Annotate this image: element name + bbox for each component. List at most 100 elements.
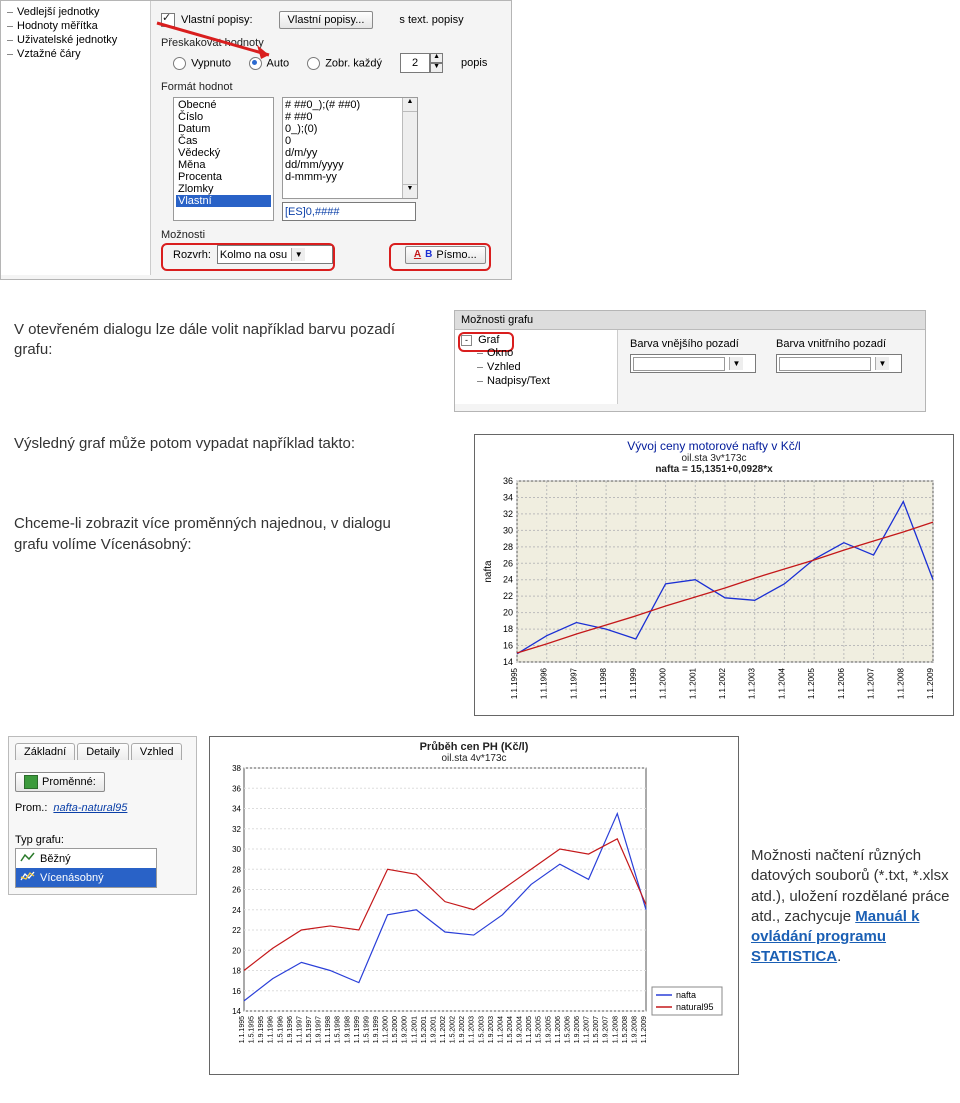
graph-type-list[interactable]: Běžný Vícenásobný (15, 848, 157, 888)
variables-button-label: Proměnné: (42, 776, 96, 788)
svg-text:30: 30 (503, 525, 513, 535)
font-icon: A (414, 249, 421, 260)
tree-item[interactable]: Uživatelské jednotky (7, 33, 144, 47)
list-item[interactable]: Číslo (176, 111, 271, 123)
list-item-selected[interactable]: Vlastní (176, 195, 271, 207)
moznosti-label: Možnosti (161, 229, 501, 241)
format-type-list[interactable]: Obecné Číslo Datum Čas Vědecký Měna Proc… (173, 97, 274, 221)
list-item[interactable]: Vědecký (176, 147, 271, 159)
svg-text:1.9.2003: 1.9.2003 (488, 1016, 495, 1043)
scroll-down-icon[interactable]: ▼ (403, 184, 417, 198)
svg-text:1.9.1998: 1.9.1998 (344, 1016, 351, 1043)
tree-collapse-icon[interactable]: - (461, 335, 472, 346)
svg-text:22: 22 (232, 926, 241, 935)
list-item-label: Běžný (40, 853, 71, 865)
tree-item[interactable]: Nadpisy/Text (477, 374, 611, 388)
vlastni-popisy-button[interactable]: Vlastní popisy... (279, 11, 374, 29)
vlastni-popisy-label: Vlastní popisy: (181, 14, 253, 26)
tree-item[interactable]: Vztažné čáry (7, 47, 144, 61)
list-item[interactable]: Datum (176, 123, 271, 135)
svg-text:26: 26 (232, 886, 241, 895)
svg-text:26: 26 (503, 558, 513, 568)
dropdown-arrow-icon: ▼ (291, 248, 305, 261)
list-item[interactable]: # ##0_);(# ##0) (285, 99, 415, 111)
pismo-button[interactable]: AB Písmo... (405, 246, 486, 264)
radio-vypnuto[interactable]: Vypnuto (173, 57, 231, 70)
svg-text:24: 24 (503, 575, 513, 585)
popis-count-input[interactable] (400, 53, 430, 73)
svg-text:1.1.1998: 1.1.1998 (325, 1016, 332, 1043)
scrollbar[interactable]: ▲ ▼ (402, 98, 417, 198)
list-item[interactable]: Procenta (176, 171, 271, 183)
svg-text:34: 34 (503, 492, 513, 502)
paragraph: Výsledný graf může potom vypadat napříkl… (14, 434, 444, 454)
tree-item[interactable]: Hodnoty měřítka (7, 19, 144, 33)
paragraph-text: . (837, 948, 841, 965)
svg-text:1.5.1997: 1.5.1997 (306, 1016, 313, 1043)
svg-text:1.1.1995: 1.1.1995 (510, 667, 519, 699)
list-item[interactable]: Obecné (176, 99, 271, 111)
rozvrh-dropdown[interactable]: Kolmo na osu ▼ (217, 245, 333, 264)
list-item[interactable]: 0_);(0) (285, 123, 415, 135)
svg-text:1.1.2006: 1.1.2006 (837, 667, 846, 699)
tree-item[interactable]: Vzhled (477, 360, 611, 374)
spin-up-icon[interactable]: ▲ (430, 53, 443, 63)
list-item[interactable]: d-mmm-yy (285, 171, 415, 183)
radio-zobr-kazdy[interactable]: Zobr. každý (307, 57, 382, 70)
custom-format-value: [ES]0,#### (285, 206, 339, 218)
linetype-icon (20, 851, 36, 866)
graph-type-label: Typ grafu: (15, 834, 190, 846)
list-item[interactable]: Čas (176, 135, 271, 147)
list-item[interactable]: Zlomky (176, 183, 271, 195)
list-item[interactable]: 0 (285, 135, 415, 147)
dialog-title: Možnosti grafu (455, 311, 925, 330)
custom-format-input[interactable]: [ES]0,#### (282, 202, 416, 221)
chart-subtitle: oil.sta 3v*173c (479, 453, 949, 464)
list-item[interactable]: dd/mm/yyyy (285, 159, 415, 171)
chart-svg: 141618202224262830323436381.1.19951.5.19… (214, 764, 726, 1069)
svg-text:1.5.2006: 1.5.2006 (564, 1016, 571, 1043)
svg-text:14: 14 (232, 1007, 241, 1016)
scroll-up-icon[interactable]: ▲ (403, 98, 417, 112)
inner-bg-dropdown[interactable]: ▼ (776, 354, 902, 373)
dialog-tree[interactable]: Vedlejší jednotky Hodnoty měřítka Uživat… (1, 1, 151, 275)
list-item-selected[interactable]: Vícenásobný (16, 868, 156, 887)
tab-vzhled[interactable]: Vzhled (131, 743, 183, 760)
svg-text:1.5.1998: 1.5.1998 (335, 1016, 342, 1043)
vlastni-popisy-checkbox[interactable] (161, 13, 175, 27)
radio-zobr-label: Zobr. každý (325, 57, 382, 69)
paragraph-text: Chceme-li zobrazit více proměnných najed… (14, 515, 391, 532)
svg-text:1.5.2001: 1.5.2001 (421, 1016, 428, 1043)
chart-2: Průběh cen PH (Kč/l) oil.sta 4v*173c 141… (209, 736, 739, 1075)
list-item[interactable]: Běžný (16, 849, 156, 868)
list-item[interactable]: # ##0 (285, 111, 415, 123)
format-examples-list[interactable]: # ##0_);(# ##0) # ##0 0_);(0) 0 d/m/yy d… (282, 97, 418, 199)
svg-text:1.1.1999: 1.1.1999 (354, 1016, 361, 1043)
svg-text:nafta: nafta (483, 560, 494, 583)
radio-auto[interactable]: Auto (249, 57, 289, 70)
tree-root-label[interactable]: Graf (478, 334, 499, 346)
svg-text:1.9.2008: 1.9.2008 (631, 1016, 638, 1043)
svg-text:1.1.2008: 1.1.2008 (896, 667, 905, 699)
tree-item[interactable]: Okno (477, 346, 611, 360)
outer-bg-dropdown[interactable]: ▼ (630, 354, 756, 373)
list-item[interactable]: d/m/yy (285, 147, 415, 159)
dialog-pane: Vlastní popisy: Vlastní popisy... s text… (151, 1, 511, 278)
lineplot-config-panel: Základní Detaily Vzhled Proměnné: Prom.:… (8, 736, 197, 895)
radio-vypnuto-label: Vypnuto (191, 57, 231, 69)
popis-count-spinner[interactable]: ▲▼ (400, 53, 443, 73)
tree-item[interactable]: Vedlejší jednotky (7, 5, 144, 19)
tab-detaily[interactable]: Detaily (77, 743, 129, 760)
chart-title: Vývoj ceny motorové nafty v Kč/l (479, 439, 949, 453)
variables-button[interactable]: Proměnné: (15, 772, 105, 792)
svg-text:1.1.2004: 1.1.2004 (777, 667, 786, 699)
paragraph-text: grafu volíme Vícenásobný: (14, 536, 192, 553)
options-tree[interactable]: - Graf Okno Vzhled Nadpisy/Text (455, 330, 618, 404)
svg-text:1.5.1996: 1.5.1996 (277, 1016, 284, 1043)
color-swatch (633, 357, 725, 371)
list-item[interactable]: Měna (176, 159, 271, 171)
tab-zakladni[interactable]: Základní (15, 743, 75, 760)
spin-down-icon[interactable]: ▼ (430, 63, 443, 73)
svg-text:1.1.2007: 1.1.2007 (584, 1016, 591, 1043)
svg-text:1.1.2003: 1.1.2003 (469, 1016, 476, 1043)
